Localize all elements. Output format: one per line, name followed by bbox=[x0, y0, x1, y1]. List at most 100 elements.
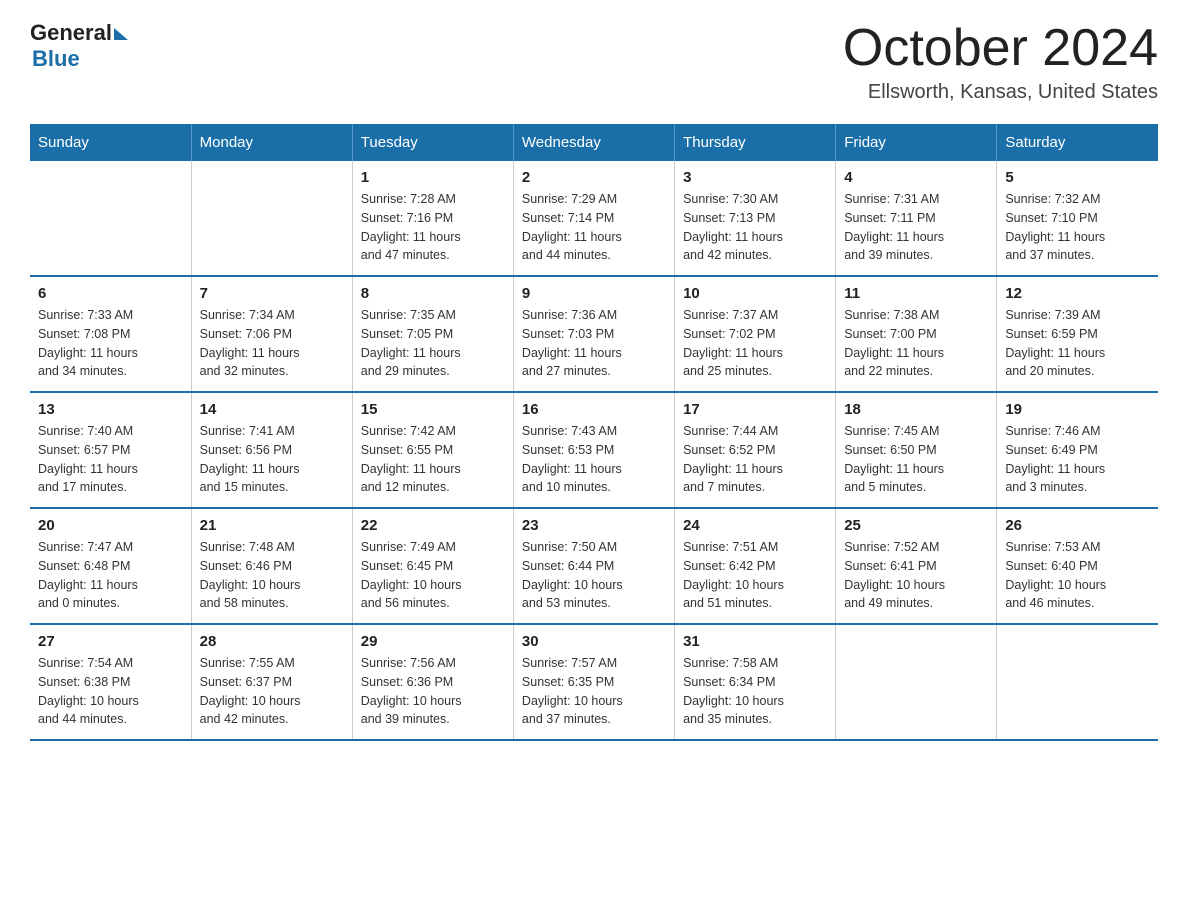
calendar-cell: 7 Sunrise: 7:34 AM Sunset: 7:06 PM Daylig… bbox=[191, 276, 352, 392]
calendar-cell: 20Sunrise: 7:47 AM Sunset: 6:48 PM Dayli… bbox=[30, 508, 191, 624]
calendar-cell: 5 Sunrise: 7:32 AM Sunset: 7:10 PM Daylig… bbox=[997, 161, 1158, 276]
day-info: Sunrise: 7:38 AM Sunset: 7:00 PM Dayligh… bbox=[844, 306, 988, 381]
logo-triangle-icon bbox=[114, 28, 128, 40]
calendar-week-row: 1 Sunrise: 7:28 AM Sunset: 7:16 PM Daylig… bbox=[30, 161, 1158, 276]
calendar-cell: 15 Sunrise: 7:42 AM Sunset: 6:55 PM Dayli… bbox=[352, 392, 513, 508]
logo: General Blue bbox=[30, 20, 128, 72]
day-info: Sunrise: 7:49 AM Sunset: 6:45 PM Dayligh… bbox=[361, 538, 505, 613]
logo-blue-text: Blue bbox=[32, 46, 80, 72]
day-number: 19 bbox=[1005, 401, 1150, 418]
calendar-week-row: 13Sunrise: 7:40 AM Sunset: 6:57 PM Dayli… bbox=[30, 392, 1158, 508]
calendar-cell: 16 Sunrise: 7:43 AM Sunset: 6:53 PM Dayli… bbox=[513, 392, 674, 508]
day-number: 10 bbox=[683, 285, 827, 302]
logo-general-text: General bbox=[30, 20, 112, 46]
day-info: Sunrise: 7:53 AM Sunset: 6:40 PM Dayligh… bbox=[1005, 538, 1150, 613]
calendar-cell bbox=[997, 624, 1158, 740]
day-number: 14 bbox=[200, 401, 344, 418]
day-info: Sunrise: 7:57 AM Sunset: 6:35 PM Dayligh… bbox=[522, 654, 666, 729]
day-number: 21 bbox=[200, 517, 344, 534]
calendar-cell: 2 Sunrise: 7:29 AM Sunset: 7:14 PM Daylig… bbox=[513, 161, 674, 276]
day-info: Sunrise: 7:40 AM Sunset: 6:57 PM Dayligh… bbox=[38, 422, 183, 497]
calendar-cell bbox=[836, 624, 997, 740]
day-info: Sunrise: 7:28 AM Sunset: 7:16 PM Dayligh… bbox=[361, 190, 505, 265]
day-info: Sunrise: 7:32 AM Sunset: 7:10 PM Dayligh… bbox=[1005, 190, 1150, 265]
day-info: Sunrise: 7:47 AM Sunset: 6:48 PM Dayligh… bbox=[38, 538, 183, 613]
day-info: Sunrise: 7:56 AM Sunset: 6:36 PM Dayligh… bbox=[361, 654, 505, 729]
day-info: Sunrise: 7:48 AM Sunset: 6:46 PM Dayligh… bbox=[200, 538, 344, 613]
day-info: Sunrise: 7:37 AM Sunset: 7:02 PM Dayligh… bbox=[683, 306, 827, 381]
header-day-sunday: Sunday bbox=[30, 124, 191, 161]
day-info: Sunrise: 7:50 AM Sunset: 6:44 PM Dayligh… bbox=[522, 538, 666, 613]
header-day-wednesday: Wednesday bbox=[513, 124, 674, 161]
day-info: Sunrise: 7:58 AM Sunset: 6:34 PM Dayligh… bbox=[683, 654, 827, 729]
calendar-cell: 22Sunrise: 7:49 AM Sunset: 6:45 PM Dayli… bbox=[352, 508, 513, 624]
day-number: 9 bbox=[522, 285, 666, 302]
day-info: Sunrise: 7:45 AM Sunset: 6:50 PM Dayligh… bbox=[844, 422, 988, 497]
calendar-cell: 8 Sunrise: 7:35 AM Sunset: 7:05 PM Daylig… bbox=[352, 276, 513, 392]
day-number: 23 bbox=[522, 517, 666, 534]
calendar-header-row: SundayMondayTuesdayWednesdayThursdayFrid… bbox=[30, 124, 1158, 161]
day-info: Sunrise: 7:55 AM Sunset: 6:37 PM Dayligh… bbox=[200, 654, 344, 729]
day-info: Sunrise: 7:29 AM Sunset: 7:14 PM Dayligh… bbox=[522, 190, 666, 265]
day-number: 15 bbox=[361, 401, 505, 418]
day-number: 3 bbox=[683, 169, 827, 186]
day-number: 12 bbox=[1005, 285, 1150, 302]
day-info: Sunrise: 7:41 AM Sunset: 6:56 PM Dayligh… bbox=[200, 422, 344, 497]
calendar-cell: 29Sunrise: 7:56 AM Sunset: 6:36 PM Dayli… bbox=[352, 624, 513, 740]
calendar-cell: 24 Sunrise: 7:51 AM Sunset: 6:42 PM Dayli… bbox=[675, 508, 836, 624]
day-number: 7 bbox=[200, 285, 344, 302]
day-info: Sunrise: 7:46 AM Sunset: 6:49 PM Dayligh… bbox=[1005, 422, 1150, 497]
calendar-cell: 6Sunrise: 7:33 AM Sunset: 7:08 PM Daylig… bbox=[30, 276, 191, 392]
calendar-cell: 3 Sunrise: 7:30 AM Sunset: 7:13 PM Daylig… bbox=[675, 161, 836, 276]
month-title: October 2024 bbox=[843, 20, 1158, 77]
calendar-cell: 19 Sunrise: 7:46 AM Sunset: 6:49 PM Dayli… bbox=[997, 392, 1158, 508]
day-number: 5 bbox=[1005, 169, 1150, 186]
day-number: 31 bbox=[683, 633, 827, 650]
calendar-cell: 9 Sunrise: 7:36 AM Sunset: 7:03 PM Daylig… bbox=[513, 276, 674, 392]
header-day-thursday: Thursday bbox=[675, 124, 836, 161]
calendar-cell: 26 Sunrise: 7:53 AM Sunset: 6:40 PM Dayli… bbox=[997, 508, 1158, 624]
calendar-week-row: 20Sunrise: 7:47 AM Sunset: 6:48 PM Dayli… bbox=[30, 508, 1158, 624]
day-info: Sunrise: 7:39 AM Sunset: 6:59 PM Dayligh… bbox=[1005, 306, 1150, 381]
day-info: Sunrise: 7:35 AM Sunset: 7:05 PM Dayligh… bbox=[361, 306, 505, 381]
day-info: Sunrise: 7:33 AM Sunset: 7:08 PM Dayligh… bbox=[38, 306, 183, 381]
calendar-week-row: 6Sunrise: 7:33 AM Sunset: 7:08 PM Daylig… bbox=[30, 276, 1158, 392]
calendar-cell: 11Sunrise: 7:38 AM Sunset: 7:00 PM Dayli… bbox=[836, 276, 997, 392]
header: General Blue October 2024 Ellsworth, Kan… bbox=[30, 20, 1158, 104]
day-info: Sunrise: 7:54 AM Sunset: 6:38 PM Dayligh… bbox=[38, 654, 183, 729]
day-number: 1 bbox=[361, 169, 505, 186]
header-day-friday: Friday bbox=[836, 124, 997, 161]
day-number: 25 bbox=[844, 517, 988, 534]
header-day-saturday: Saturday bbox=[997, 124, 1158, 161]
calendar-cell: 23 Sunrise: 7:50 AM Sunset: 6:44 PM Dayli… bbox=[513, 508, 674, 624]
day-number: 8 bbox=[361, 285, 505, 302]
day-number: 24 bbox=[683, 517, 827, 534]
day-info: Sunrise: 7:34 AM Sunset: 7:06 PM Dayligh… bbox=[200, 306, 344, 381]
day-number: 30 bbox=[522, 633, 666, 650]
calendar-cell: 18Sunrise: 7:45 AM Sunset: 6:50 PM Dayli… bbox=[836, 392, 997, 508]
calendar-cell: 14 Sunrise: 7:41 AM Sunset: 6:56 PM Dayli… bbox=[191, 392, 352, 508]
day-number: 26 bbox=[1005, 517, 1150, 534]
day-info: Sunrise: 7:42 AM Sunset: 6:55 PM Dayligh… bbox=[361, 422, 505, 497]
day-info: Sunrise: 7:51 AM Sunset: 6:42 PM Dayligh… bbox=[683, 538, 827, 613]
day-number: 2 bbox=[522, 169, 666, 186]
day-number: 16 bbox=[522, 401, 666, 418]
calendar-cell bbox=[30, 161, 191, 276]
calendar-cell: 17Sunrise: 7:44 AM Sunset: 6:52 PM Dayli… bbox=[675, 392, 836, 508]
calendar-cell: 21 Sunrise: 7:48 AM Sunset: 6:46 PM Dayli… bbox=[191, 508, 352, 624]
header-day-tuesday: Tuesday bbox=[352, 124, 513, 161]
day-info: Sunrise: 7:43 AM Sunset: 6:53 PM Dayligh… bbox=[522, 422, 666, 497]
calendar-table: SundayMondayTuesdayWednesdayThursdayFrid… bbox=[30, 124, 1158, 741]
location-title: Ellsworth, Kansas, United States bbox=[843, 81, 1158, 104]
day-info: Sunrise: 7:30 AM Sunset: 7:13 PM Dayligh… bbox=[683, 190, 827, 265]
calendar-cell: 27 Sunrise: 7:54 AM Sunset: 6:38 PM Dayli… bbox=[30, 624, 191, 740]
day-number: 17 bbox=[683, 401, 827, 418]
calendar-cell: 1 Sunrise: 7:28 AM Sunset: 7:16 PM Daylig… bbox=[352, 161, 513, 276]
calendar-cell: 30 Sunrise: 7:57 AM Sunset: 6:35 PM Dayli… bbox=[513, 624, 674, 740]
day-number: 28 bbox=[200, 633, 344, 650]
calendar-cell: 10 Sunrise: 7:37 AM Sunset: 7:02 PM Dayli… bbox=[675, 276, 836, 392]
day-number: 27 bbox=[38, 633, 183, 650]
calendar-cell: 4Sunrise: 7:31 AM Sunset: 7:11 PM Daylig… bbox=[836, 161, 997, 276]
day-number: 4 bbox=[844, 169, 988, 186]
day-info: Sunrise: 7:36 AM Sunset: 7:03 PM Dayligh… bbox=[522, 306, 666, 381]
